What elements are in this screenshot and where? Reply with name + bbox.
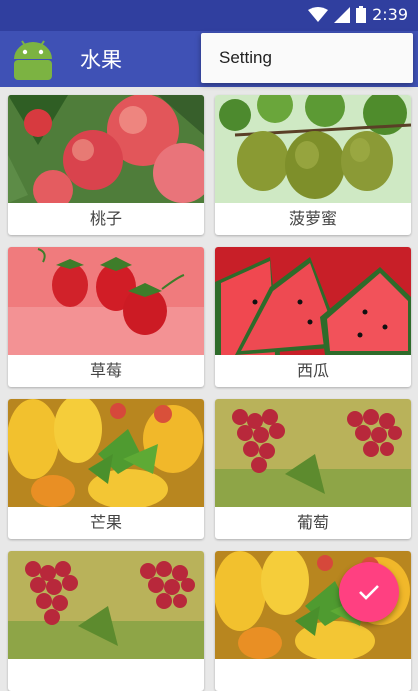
fruit-image xyxy=(215,95,411,203)
fruit-card[interactable]: 葡萄 xyxy=(215,399,411,539)
fruit-card[interactable]: 桃子 xyxy=(8,95,204,235)
fruit-card[interactable]: 草莓 xyxy=(8,247,204,387)
fruit-grid: 桃子 菠萝蜜 草莓 西瓜 芒果 葡萄 xyxy=(0,87,418,691)
fruit-image xyxy=(8,551,204,659)
fruit-label xyxy=(215,659,411,691)
fruit-card[interactable] xyxy=(8,551,204,691)
done-fab-button[interactable] xyxy=(339,562,399,622)
status-time: 2:39 xyxy=(372,5,408,24)
strawberry-image xyxy=(8,247,204,355)
battery-icon xyxy=(356,6,367,23)
signal-icon xyxy=(334,6,351,23)
wifi-icon xyxy=(308,6,329,22)
fruit-card[interactable]: 西瓜 xyxy=(215,247,411,387)
overflow-popup-menu: Setting xyxy=(201,33,413,83)
fruit-label: 西瓜 xyxy=(296,361,329,380)
fruit-image xyxy=(8,399,204,507)
fruit-label: 葡萄 xyxy=(296,513,329,532)
fruit-card[interactable]: 菠萝蜜 xyxy=(215,95,411,235)
fruit-image xyxy=(8,247,204,355)
menu-item-setting[interactable]: Setting xyxy=(219,48,272,68)
fruit-card[interactable]: 芒果 xyxy=(8,399,204,539)
fruit-image xyxy=(215,399,411,507)
grape-image xyxy=(8,551,204,659)
fruit-label: 菠萝蜜 xyxy=(288,209,337,228)
fruit-image xyxy=(8,95,204,203)
fruit-label: 芒果 xyxy=(89,513,122,532)
peach-image xyxy=(8,95,204,203)
check-icon xyxy=(359,585,379,600)
jackfruit-image xyxy=(215,95,411,203)
grape-image xyxy=(215,399,411,507)
android-app-icon xyxy=(14,40,52,80)
app-title: 水果 xyxy=(80,48,122,72)
status-bar: 2:39 xyxy=(0,0,418,31)
watermelon-image xyxy=(215,247,411,355)
fruit-label xyxy=(8,659,204,691)
mango-image xyxy=(8,399,204,507)
fruit-label: 草莓 xyxy=(89,361,122,380)
fruit-image xyxy=(215,247,411,355)
fruit-label: 桃子 xyxy=(89,209,122,228)
